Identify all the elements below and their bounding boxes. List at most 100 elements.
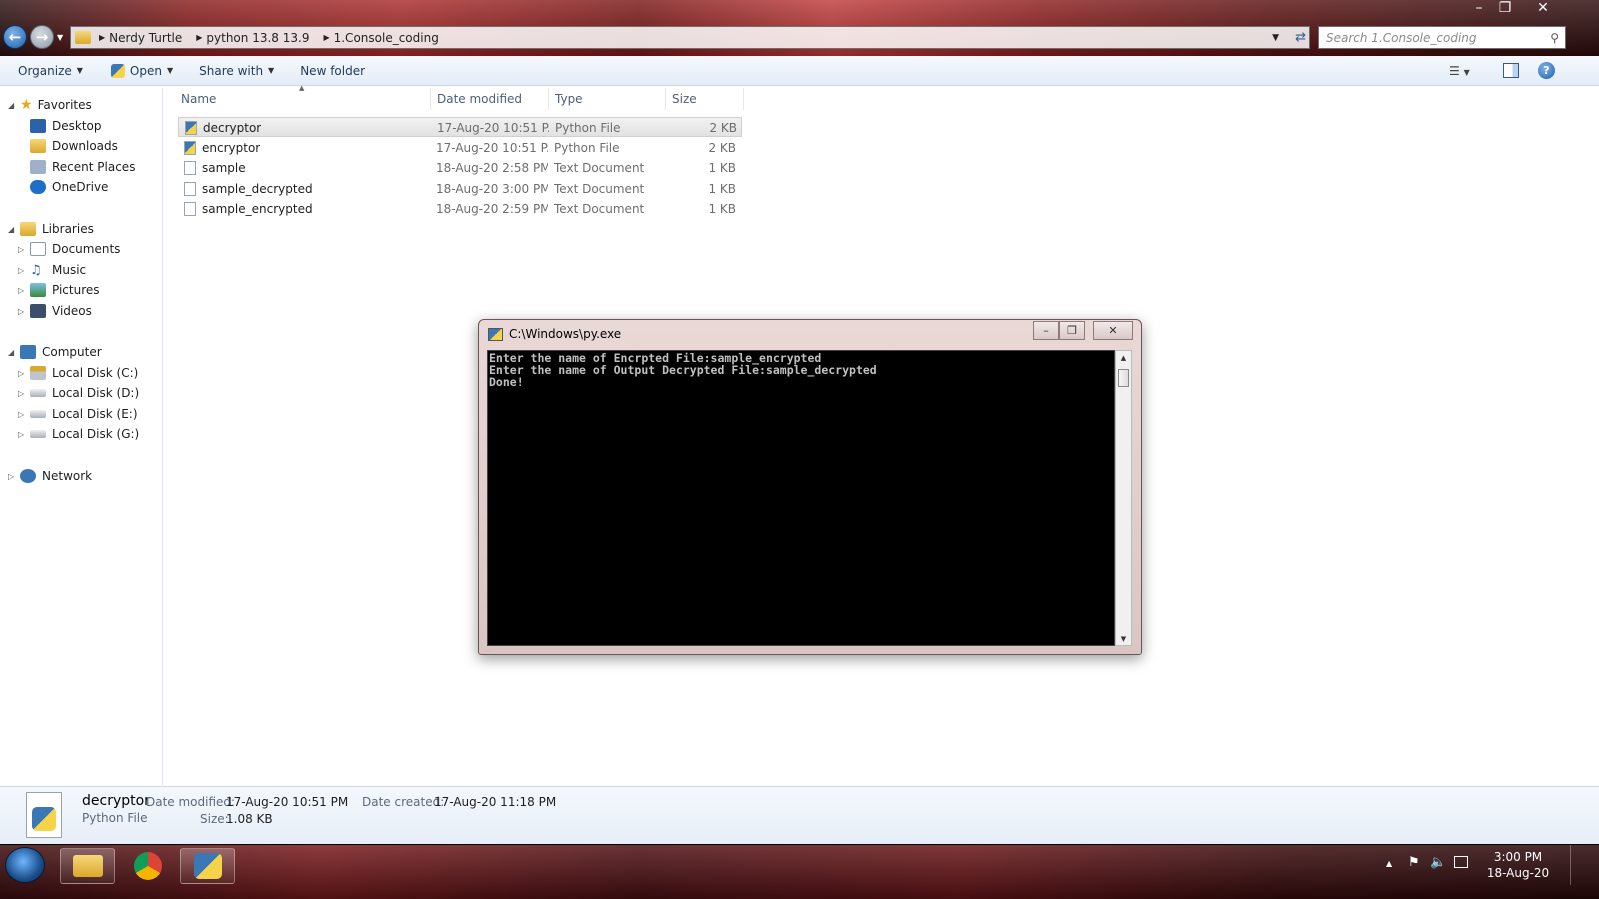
nav-downloads[interactable]: Downloads <box>30 136 118 156</box>
nav-label: Libraries <box>42 222 94 236</box>
share-with-button[interactable]: Share with ▼ <box>189 56 284 86</box>
python-file-icon <box>184 141 196 155</box>
file-row[interactable]: decryptor 17-Aug-20 10:51 P... Python Fi… <box>178 117 742 137</box>
nav-favorites[interactable]: ◢ ★ Favorites <box>8 95 92 115</box>
back-button[interactable]: ← <box>3 25 27 49</box>
nav-disk-g[interactable]: ▷ Local Disk (G:) <box>18 424 139 444</box>
nav-disk-e[interactable]: ▷ Local Disk (E:) <box>18 404 138 424</box>
taskbar-chrome-button[interactable] <box>120 848 175 884</box>
file-date: 18-Aug-20 3:00 PM <box>436 182 548 196</box>
console-minimize-button[interactable]: – <box>1033 321 1059 340</box>
search-input[interactable]: Search 1.Console_coding ⚲ <box>1318 26 1566 49</box>
python-file-icon <box>185 121 197 135</box>
show-desktop-button[interactable] <box>1570 845 1584 885</box>
expand-arrow-icon[interactable]: ◢ <box>8 101 18 110</box>
console-title: C:\Windows\py.exe <box>509 327 622 341</box>
recent-places-icon <box>30 160 46 174</box>
column-label: Name <box>181 92 217 106</box>
scroll-down-icon[interactable]: ▼ <box>1116 635 1131 643</box>
show-hidden-icons-icon[interactable]: ▲ <box>1386 859 1392 868</box>
maximize-button[interactable]: ❐ <box>1490 0 1520 18</box>
open-button[interactable]: Open ▼ <box>101 56 183 86</box>
file-date: 17-Aug-20 10:51 P... <box>437 121 549 135</box>
volume-icon[interactable]: 🔈 <box>1430 855 1446 870</box>
nav-desktop[interactable]: Desktop <box>30 116 102 136</box>
nav-documents[interactable]: ▷ Documents <box>18 239 120 259</box>
file-type: Text Document <box>554 202 645 216</box>
file-row[interactable]: encryptor 17-Aug-20 10:51 P... Python Fi… <box>178 138 742 158</box>
breadcrumb-separator-icon: ▶ <box>323 33 330 42</box>
forward-button[interactable]: → <box>30 25 54 49</box>
nav-recent-places[interactable]: Recent Places <box>30 157 135 177</box>
expand-arrow-icon[interactable]: ▷ <box>18 430 28 439</box>
nav-label: Music <box>52 263 87 277</box>
taskbar-explorer-button[interactable] <box>60 848 115 884</box>
column-header-date[interactable]: Date modified <box>431 88 549 110</box>
folder-icon <box>75 31 91 44</box>
console-output[interactable]: Enter the name of Encrpted File:sample_e… <box>487 350 1115 646</box>
start-button[interactable] <box>5 847 45 883</box>
expand-arrow-icon[interactable]: ▷ <box>18 369 28 378</box>
search-icon[interactable]: ⚲ <box>1550 31 1559 45</box>
drive-icon <box>30 410 46 418</box>
scroll-up-icon[interactable]: ▲ <box>1116 351 1131 362</box>
nav-disk-c[interactable]: ▷ Local Disk (C:) <box>18 363 138 383</box>
organize-button[interactable]: Organize ▼ <box>0 56 93 86</box>
desktop-icon <box>30 119 46 133</box>
recent-pages-chevron-icon[interactable]: ▼ <box>57 33 63 42</box>
nav-pictures[interactable]: ▷ Pictures <box>18 280 100 300</box>
nav-label: Local Disk (E:) <box>52 407 138 421</box>
file-size: 2 KB <box>709 121 737 135</box>
breadcrumb-item[interactable]: 1.Console_coding <box>330 31 449 45</box>
nav-disk-d[interactable]: ▷ Local Disk (D:) <box>18 383 139 403</box>
breadcrumb-item[interactable]: Nerdy Turtle <box>105 31 192 45</box>
nav-videos[interactable]: ▷ Videos <box>18 301 92 321</box>
refresh-icon[interactable]: ⇄ <box>1295 30 1306 45</box>
scroll-thumb[interactable] <box>1118 369 1129 387</box>
file-row[interactable]: sample_encrypted 18-Aug-20 2:59 PM Text … <box>178 199 742 219</box>
sort-arrow-icon: ▲ <box>299 84 305 92</box>
expand-arrow-icon[interactable]: ◢ <box>8 225 18 234</box>
help-icon[interactable]: ? <box>1538 62 1555 79</box>
view-options-icon[interactable]: ☰ ▼ <box>1449 64 1470 78</box>
clock[interactable]: 3:00 PM 18-Aug-20 <box>1482 849 1554 881</box>
drive-icon <box>30 389 46 397</box>
close-button[interactable]: ✕ <box>1528 0 1558 18</box>
console-scrollbar[interactable]: ▲ ▼ <box>1115 350 1132 646</box>
network-status-icon[interactable] <box>1454 856 1468 868</box>
expand-arrow-icon[interactable]: ◢ <box>8 348 18 357</box>
expand-arrow-icon[interactable]: ▷ <box>18 307 28 316</box>
file-row[interactable]: sample 18-Aug-20 2:58 PM Text Document 1… <box>178 158 742 178</box>
column-header-name[interactable]: Name ▲ <box>175 84 431 110</box>
chevron-down-icon: ▼ <box>76 66 83 75</box>
column-header-type[interactable]: Type <box>549 88 666 110</box>
nav-libraries[interactable]: ◢ Libraries <box>8 219 94 239</box>
console-window[interactable]: C:\Windows\py.exe – ❐ ✕ Enter the name o… <box>478 319 1142 655</box>
preview-pane-icon[interactable] <box>1503 63 1519 78</box>
column-label: Date modified <box>437 92 523 106</box>
expand-arrow-icon[interactable]: ▷ <box>18 286 28 295</box>
address-dropdown-icon[interactable]: ▼ <box>1272 33 1279 43</box>
nav-music[interactable]: ▷ ♫ Music <box>18 260 86 280</box>
expand-arrow-icon[interactable]: ▷ <box>18 245 28 254</box>
file-size: 2 KB <box>708 141 736 155</box>
expand-arrow-icon[interactable]: ▷ <box>18 266 28 275</box>
console-close-button[interactable]: ✕ <box>1093 321 1133 340</box>
taskbar-python-button[interactable] <box>180 848 235 884</box>
nav-network[interactable]: ▷ Network <box>8 466 92 486</box>
file-type: Python File <box>554 141 620 155</box>
column-header-size[interactable]: Size <box>666 88 744 110</box>
expand-arrow-icon[interactable]: ▷ <box>8 472 18 481</box>
breadcrumb-item[interactable]: python 13.8 13.9 <box>202 31 319 45</box>
file-name: encryptor <box>202 141 261 155</box>
expand-arrow-icon[interactable]: ▷ <box>18 410 28 419</box>
file-row[interactable]: sample_decrypted 18-Aug-20 3:00 PM Text … <box>178 179 742 199</box>
nav-onedrive[interactable]: OneDrive <box>30 177 108 197</box>
nav-computer[interactable]: ◢ Computer <box>8 342 102 362</box>
action-center-flag-icon[interactable]: ⚑ <box>1408 855 1420 870</box>
console-maximize-button[interactable]: ❐ <box>1059 321 1085 340</box>
python-app-icon <box>110 63 125 78</box>
address-bar[interactable]: ▶ Nerdy Turtle ▶ python 13.8 13.9 ▶ 1.Co… <box>70 26 1310 49</box>
new-folder-button[interactable]: New folder <box>290 56 375 86</box>
expand-arrow-icon[interactable]: ▷ <box>18 389 28 398</box>
